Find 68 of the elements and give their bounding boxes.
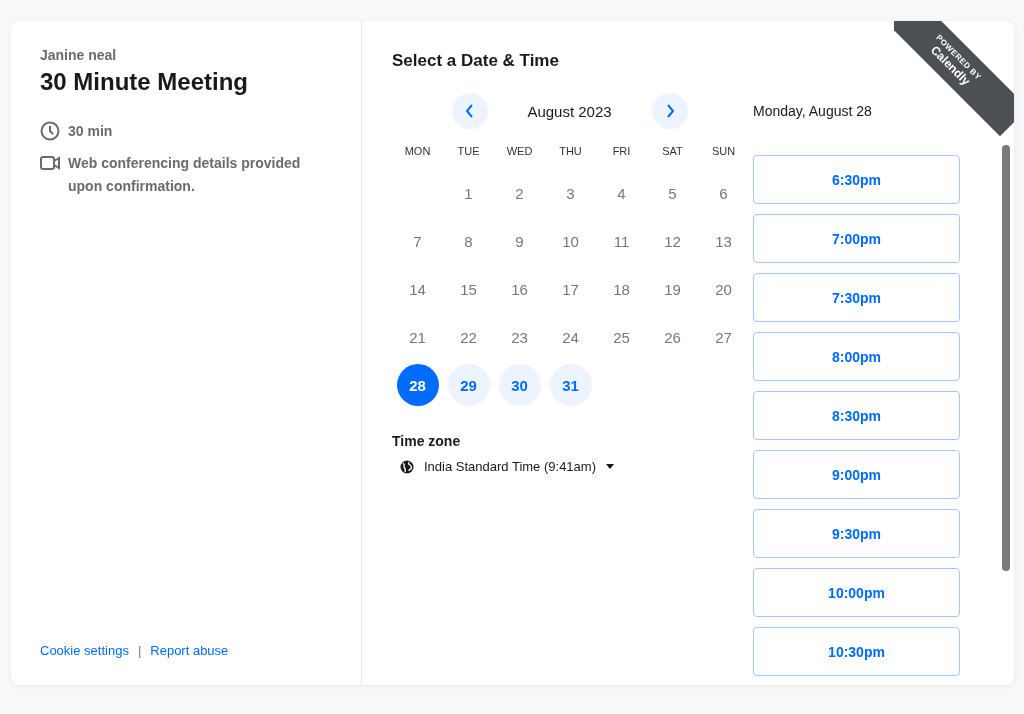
video-camera-icon — [40, 155, 60, 171]
time-slot-button[interactable]: 8:00pm — [753, 332, 960, 381]
month-label: August 2023 — [526, 102, 613, 120]
weekday-label: MON — [404, 145, 431, 159]
calendar-day: 24 — [549, 316, 592, 358]
calendar-day: 9 — [498, 220, 541, 262]
calendar-day: 22 — [447, 316, 490, 358]
calendar-day[interactable]: 28 — [396, 364, 439, 406]
calendar-day: 26 — [651, 316, 694, 358]
time-zone-label: Time zone — [392, 433, 462, 449]
link-separator: | — [137, 643, 142, 658]
calendar-day: 20 — [702, 268, 745, 310]
caret-icon — [606, 464, 614, 469]
chevron-left-icon — [464, 104, 475, 118]
calendar-day[interactable]: 31 — [549, 364, 592, 406]
calendar-day: 17 — [549, 268, 592, 310]
weekday-label: WED — [506, 145, 533, 159]
calendar-day: 18 — [600, 268, 643, 310]
time-slot-button[interactable]: 7:00pm — [753, 214, 960, 263]
calendar-day: 21 — [396, 316, 439, 358]
duration-text: 30 min — [68, 122, 113, 141]
calendar-day: 27 — [702, 316, 745, 358]
time-slot-button[interactable]: 9:00pm — [753, 450, 960, 499]
calendar-day: 15 — [447, 268, 490, 310]
time-slot-button[interactable]: 10:00pm — [753, 568, 960, 617]
globe-icon — [400, 459, 414, 474]
calendar-day: 13 — [702, 220, 745, 262]
calendar-day: 11 — [600, 220, 643, 262]
calendar-day: 10 — [549, 220, 592, 262]
cookie-settings-link[interactable]: Cookie settings — [40, 643, 129, 658]
calendar-day: 14 — [396, 268, 439, 310]
weekday-label: SUN — [711, 145, 736, 159]
calendar-day: 3 — [549, 172, 592, 214]
time-slot-button[interactable]: 10:30pm — [753, 627, 960, 676]
previous-month-button[interactable] — [451, 93, 488, 129]
calendar-day[interactable]: 30 — [498, 364, 541, 406]
report-abuse-link[interactable]: Report abuse — [150, 643, 229, 658]
calendar-day: 2 — [498, 172, 541, 214]
time-zone-dropdown[interactable]: India Standard Time (9:41am) — [392, 459, 614, 474]
time-slot-button[interactable]: 7:30pm — [753, 273, 960, 322]
event-title: 30 Minute Meeting — [40, 68, 250, 96]
calendar-day: 1 — [447, 172, 490, 214]
calendar-day: 5 — [651, 172, 694, 214]
clock-icon — [40, 121, 60, 141]
calendar-day: 4 — [600, 172, 643, 214]
weekday-label: FRI — [612, 145, 631, 159]
calendar-day: 12 — [651, 220, 694, 262]
calendar-day: 19 — [651, 268, 694, 310]
calendar-day: 23 — [498, 316, 541, 358]
weekday-label: THU — [559, 145, 582, 159]
chevron-right-icon — [664, 104, 675, 118]
scrollbar-thumb[interactable] — [1002, 145, 1010, 571]
selected-date-label: Monday, August 28 — [753, 103, 873, 119]
weekday-label: TUE — [457, 145, 480, 159]
time-slot-button[interactable]: 6:30pm — [753, 155, 960, 204]
calendar-day: 8 — [447, 220, 490, 262]
time-slot-button[interactable]: 8:30pm — [753, 391, 960, 440]
calendar-day: 16 — [498, 268, 541, 310]
weekday-label: SAT — [662, 145, 683, 159]
calendar-day[interactable]: 29 — [447, 364, 490, 406]
host-name: Janine neal — [40, 47, 118, 63]
calendar-heading: Select a Date & Time — [392, 51, 560, 71]
calendar-day: 6 — [702, 172, 745, 214]
time-slot-button[interactable]: 9:30pm — [753, 509, 960, 558]
calendar-day: 25 — [600, 316, 643, 358]
next-month-button[interactable] — [651, 93, 688, 129]
location-text: Web conferencing details provided upon confirmation. — [68, 154, 302, 196]
calendar-day: 7 — [396, 220, 439, 262]
